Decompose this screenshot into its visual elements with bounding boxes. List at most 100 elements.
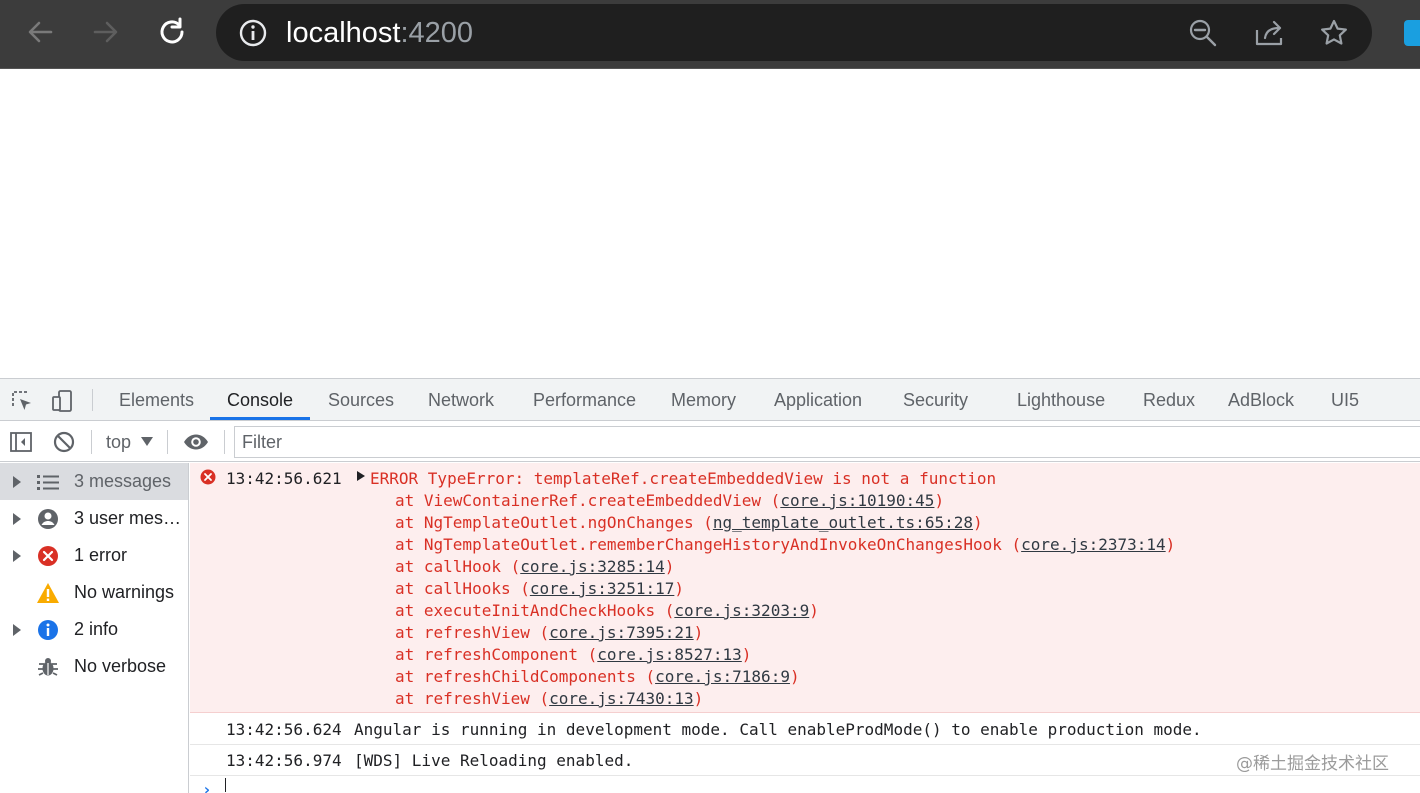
sidebar-item-user-messages[interactable]: 3 user messages: [0, 500, 188, 537]
zoom-button[interactable]: [1186, 16, 1220, 50]
bug-icon: [36, 655, 60, 679]
sidebar-toggle-icon: [10, 432, 32, 452]
share-button[interactable]: [1252, 16, 1286, 50]
expand-arrow-icon[interactable]: [13, 624, 21, 636]
sidebar-item-label: 1 error: [74, 545, 128, 565]
source-link[interactable]: core.js:7186:9: [655, 667, 790, 686]
tab-redux[interactable]: Redux: [1143, 379, 1195, 421]
tab-adblock[interactable]: AdBlock: [1228, 379, 1294, 421]
live-expression-button[interactable]: [182, 428, 210, 456]
stack-frame-text: at callHooks (: [395, 579, 530, 598]
device-toolbar-button[interactable]: [48, 387, 76, 415]
inspect-element-icon: [12, 391, 31, 410]
stack-frame-text: at callHook (: [395, 557, 521, 576]
eye-icon: [184, 434, 208, 450]
stack-frame-text: at refreshChildComponents (: [395, 667, 656, 686]
stack-frame-suffix: ): [934, 491, 945, 510]
source-link[interactable]: core.js:3285:14: [520, 557, 665, 576]
text-caret: [225, 778, 226, 792]
active-tab-indicator: [210, 417, 310, 420]
sidebar-item-messages[interactable]: 3 messages: [0, 463, 188, 500]
watermark: @稀土掘金技术社区: [1236, 754, 1389, 774]
inspect-element-button[interactable]: [8, 387, 36, 415]
url-host: localhost: [286, 17, 401, 49]
tab-elements[interactable]: Elements: [119, 379, 194, 421]
stack-frame: at refreshView (core.js:7395:21): [395, 622, 703, 644]
error-icon: [36, 544, 60, 568]
url-text: localhost:4200: [286, 16, 473, 50]
expand-arrow-icon[interactable]: [13, 550, 21, 562]
reload-icon: [160, 17, 184, 44]
stack-frame-suffix: ): [693, 623, 704, 642]
forward-button[interactable]: [88, 14, 124, 50]
sidebar-item-label: 3 user messages: [74, 508, 186, 528]
sidebar-item-errors[interactable]: 1 error: [0, 537, 188, 574]
address-bar[interactable]: localhost:4200: [216, 4, 1372, 61]
stack-frame-suffix: ): [674, 579, 684, 598]
stack-frame: at refreshChildComponents (core.js:7186:…: [395, 666, 800, 688]
tab-security[interactable]: Security: [903, 379, 968, 421]
source-link[interactable]: core.js:10190:45: [780, 491, 934, 510]
tab-application[interactable]: Application: [774, 379, 862, 421]
sidebar-toggle-button[interactable]: [7, 428, 35, 456]
sidebar-item-label: No warnings: [74, 582, 175, 602]
tab-sources[interactable]: Sources: [328, 379, 394, 421]
console-messages: 13:42:56.621 ERROR TypeError: templateRe…: [190, 463, 1420, 793]
console-prompt[interactable]: ›: [190, 776, 1420, 793]
error-icon: [200, 469, 216, 485]
stack-frame: at callHook (core.js:3285:14): [395, 556, 674, 578]
sidebar-item-info[interactable]: 2 info: [0, 611, 188, 648]
source-link[interactable]: core.js:8527:13: [597, 645, 742, 664]
source-link[interactable]: ng_template_outlet.ts:65:28: [713, 513, 973, 532]
stack-frame: at refreshComponent (core.js:8527:13): [395, 644, 751, 666]
error-message[interactable]: 13:42:56.621 ERROR TypeError: templateRe…: [190, 463, 1420, 713]
expand-arrow-icon[interactable]: [13, 513, 21, 525]
tab-memory[interactable]: Memory: [671, 379, 736, 421]
stack-frame-suffix: ): [664, 557, 675, 576]
stack-frame: at executeInitAndCheckHooks (core.js:320…: [395, 600, 819, 622]
stack-frame-text: at NgTemplateOutlet.rememberChangeHistor…: [395, 535, 1022, 554]
stack-frame-suffix: ): [693, 689, 704, 708]
clear-console-button[interactable]: [50, 428, 78, 456]
site-info-icon[interactable]: [238, 18, 268, 48]
console-toolbar: top: [0, 422, 1420, 462]
tab-ui5[interactable]: UI5: [1331, 379, 1359, 421]
warning-icon: [36, 581, 60, 605]
sidebar-item-verbose[interactable]: No verbose: [0, 648, 188, 685]
screen: localhost:4200 Elements Console Sources …: [0, 0, 1420, 793]
sidebar-item-label: No verbose: [74, 656, 167, 676]
toolbar-divider: [92, 389, 93, 411]
stack-frame-text: at refreshComponent (: [395, 645, 598, 664]
prompt-chevron-icon: ›: [202, 780, 212, 793]
source-link[interactable]: core.js:2373:14: [1021, 535, 1166, 554]
share-icon: [1255, 20, 1283, 46]
filter-input[interactable]: [234, 426, 1420, 458]
tab-performance[interactable]: Performance: [533, 379, 636, 421]
tab-lighthouse[interactable]: Lighthouse: [1017, 379, 1105, 421]
extension-icon[interactable]: [1404, 20, 1420, 46]
message-text: Angular is running in development mode. …: [354, 720, 1202, 739]
list-icon: [36, 470, 60, 494]
stack-frame-suffix: ): [809, 601, 819, 620]
source-link[interactable]: core.js:3251:17: [530, 579, 675, 598]
back-button[interactable]: [22, 14, 58, 50]
back-arrow-icon: [28, 21, 53, 43]
console-message[interactable]: 13:42:56.624 Angular is running in devel…: [190, 714, 1420, 745]
tab-console[interactable]: Console: [227, 379, 293, 421]
source-link[interactable]: core.js:3203:9: [674, 601, 809, 620]
expand-arrow-icon[interactable]: [357, 471, 365, 481]
sidebar-item-warnings[interactable]: No warnings: [0, 574, 188, 611]
console-sidebar: 3 messages 3 user messages 1 error: [0, 463, 189, 793]
error-text: ERROR TypeError: templateRef.createEmbed…: [370, 469, 997, 488]
context-selector[interactable]: top: [106, 422, 131, 462]
chevron-down-icon[interactable]: [141, 437, 153, 446]
clear-console-icon: [53, 431, 75, 453]
message-timestamp: 13:42:56.621: [226, 469, 342, 488]
stack-frame-text: at NgTemplateOutlet.ngOnChanges (: [395, 513, 713, 532]
expand-arrow-icon[interactable]: [13, 476, 21, 488]
bookmark-button[interactable]: [1317, 16, 1351, 50]
source-link[interactable]: core.js:7395:21: [549, 623, 694, 642]
reload-button[interactable]: [154, 14, 190, 50]
source-link[interactable]: core.js:7430:13: [549, 689, 694, 708]
tab-network[interactable]: Network: [428, 379, 494, 421]
